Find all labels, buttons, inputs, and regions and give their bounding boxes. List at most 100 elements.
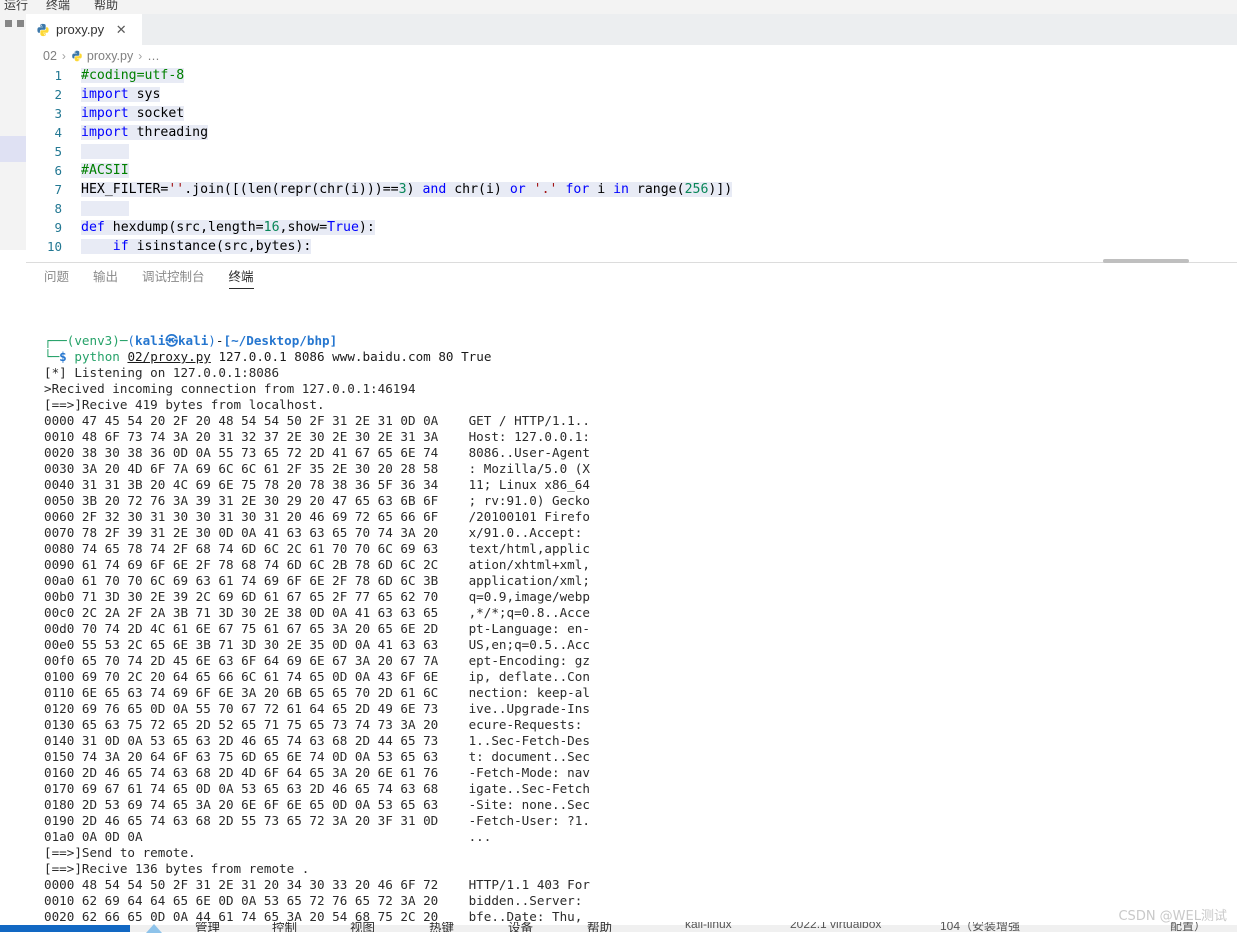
hexdump-row: 0070 78 2F 39 31 2E 30 0D 0A 41 63 63 65… [44, 525, 590, 540]
prompt-user: kali [135, 333, 166, 348]
line-number: 8 [54, 201, 62, 216]
squares-icon[interactable] [17, 20, 24, 27]
terminal-prompt-line1: ┌──(venv3)─(kali㉿kali)-[~/Desktop/bhp] [26, 333, 1237, 349]
hexdump-row: 0050 3B 20 72 76 3A 39 31 2E 30 29 20 47… [44, 493, 590, 508]
code-line: 3 import socket [26, 104, 1237, 123]
hexdump-row: 00e0 55 53 2C 65 6E 3B 71 3D 30 2E 35 0D… [44, 637, 590, 652]
code-text [81, 199, 129, 218]
terminal-output[interactable]: ┌──(venv3)─(kali㉿kali)-[~/Desktop/bhp] └─… [26, 301, 1237, 931]
activity-bar [0, 14, 26, 250]
breadcrumb: 02 › proxy.py › … [26, 45, 1237, 66]
panel-tab-0[interactable]: 问题 [44, 266, 69, 288]
terminal-output-line: [==>]Recive 419 bytes from localhost. [44, 397, 325, 412]
code-line: 6 #ACSII [26, 161, 1237, 180]
code-text: if isinstance(src,bytes): [81, 237, 312, 256]
at-symbol-icon: ㉿ [165, 333, 178, 348]
code-line: 4 import threading [26, 123, 1237, 142]
os-menu-item-terminal[interactable]: 终端 [46, 0, 70, 13]
code-text: import threading [81, 125, 209, 140]
vm-menu-item-4[interactable]: 设备 [508, 922, 533, 932]
hexdump-row: 00c0 2C 2A 2F 2A 3B 71 3D 30 2E 38 0D 0A… [44, 605, 590, 620]
python-icon [72, 50, 82, 61]
os-menu-item-run[interactable]: 运行 [4, 0, 28, 13]
terminal-output-line: [==>]Recive 136 bytes from remote . [44, 861, 310, 876]
prompt-interpreter: python [74, 349, 120, 364]
prompt-host: kali [177, 333, 209, 348]
code-text: import socket [81, 106, 185, 121]
tab-proxy-py[interactable]: proxy.py ✕ [26, 14, 142, 45]
line-number: 5 [54, 144, 62, 159]
prompt-paren: ( [127, 333, 136, 348]
code-line: 1 #coding=utf-8 [26, 66, 1237, 85]
breadcrumb-file[interactable]: proxy.py [87, 49, 133, 63]
line-number: 9 [54, 220, 62, 235]
terminal-output-line: [*] Listening on 127.0.0.1:8086 [44, 365, 280, 380]
prompt-paren: ) [208, 333, 216, 348]
terminal-spacer [26, 317, 1237, 333]
editor-tab-bar: proxy.py ✕ [26, 14, 1237, 46]
python-icon [37, 23, 49, 36]
breadcrumb-more[interactable]: … [147, 49, 160, 63]
hexdump-row: 0000 47 45 54 20 2F 20 48 54 54 50 2F 31… [44, 413, 590, 428]
hexdump-row: 00d0 70 74 2D 4C 61 6E 67 75 61 67 65 3A… [44, 621, 590, 636]
vm-menu-item-5[interactable]: 帮助 [587, 922, 612, 932]
vm-menu-item-0[interactable]: 管理 [195, 922, 220, 932]
hexdump-row: 0190 2D 46 65 74 63 68 2D 55 73 65 72 3A… [44, 813, 590, 828]
code-line: 8 [26, 199, 1237, 218]
hexdump-row: 0020 38 30 38 36 0D 0A 55 73 65 72 2D 41… [44, 445, 590, 460]
terminal-output-line: [==>]Send to remote. [44, 845, 196, 860]
hexdump-row: 0040 31 31 3B 20 4C 69 6E 75 78 20 78 38… [44, 477, 590, 492]
explorer-icon[interactable] [0, 136, 26, 162]
prompt-dollar: $ [59, 349, 67, 364]
code-text: #coding=utf-8 [81, 68, 185, 83]
code-line: 5 [26, 142, 1237, 161]
terminal-prompt-line2: └─$ python 02/proxy.py 127.0.0.1 8086 ww… [26, 349, 1237, 365]
vm-status-text-1: 2022.1 virtualbox [790, 922, 882, 931]
prompt-venv: (venv3) [66, 333, 120, 348]
prompt-args: 127.0.0.1 8086 www.baidu.com 80 True [210, 349, 492, 364]
vm-menu-bar: 管理 控制 视图 热键 设备 帮助 kali-linux 2022.1 virtualbox 1… [0, 922, 1237, 932]
code-text: import sys [81, 87, 161, 102]
chevron-right-icon: › [138, 48, 143, 63]
panel-tab-2[interactable]: 调试控制台 [142, 266, 205, 288]
hexdump-row: 0110 6E 65 63 74 69 6F 6E 3A 20 6B 65 65… [44, 685, 590, 700]
prompt-corner: └─ [44, 349, 60, 364]
chevron-right-icon: › [61, 48, 66, 63]
hexdump-row: 0180 2D 53 69 74 65 3A 20 6E 6F 6E 65 0D… [44, 797, 590, 812]
hexdump-row: 0080 74 65 78 74 2F 68 74 6D 6C 2C 61 70… [44, 541, 590, 556]
hexdump-row: 0130 65 63 75 72 65 2D 52 65 71 75 65 73… [44, 717, 590, 732]
vm-menu-item-2[interactable]: 视图 [350, 922, 375, 932]
code-editor[interactable]: 1 #coding=utf-8 2 import sys 3 import socket 4… [26, 66, 1237, 262]
line-number: 3 [54, 106, 62, 121]
os-menu-bar: 运行 终端 帮助 [0, 0, 1237, 14]
close-icon[interactable]: ✕ [114, 22, 128, 37]
panel-tab-3[interactable]: 终端 [228, 266, 254, 289]
vscode-window: proxy.py ✕ 02 › proxy.py › … 1 #coding=ut… [0, 14, 1237, 932]
hexdump-row: 0060 2F 32 30 31 30 30 31 30 31 20 46 69… [44, 509, 590, 524]
line-number: 6 [54, 163, 62, 178]
os-menu-item-help[interactable]: 帮助 [94, 0, 118, 13]
vm-menu-item-1[interactable]: 控制 [272, 922, 297, 932]
code-line: 7 HEX_FILTER=''.join([(len(repr(chr(i)))=… [26, 180, 1237, 199]
code-text: #ACSII [81, 163, 129, 178]
breadcrumb-folder[interactable]: 02 [43, 49, 57, 63]
vm-menu-item-3[interactable]: 热键 [429, 922, 454, 932]
prompt-script: 02/proxy.py [127, 349, 211, 364]
hexdump-row: 00f0 65 70 74 2D 45 6E 63 6F 64 69 6E 67… [44, 653, 590, 668]
panel-tab-list: 问题 输出 调试控制台 终端 [26, 263, 1237, 291]
code-text: def hexdump(src,length=16,show=True): [81, 220, 375, 235]
hexdump-row: 00a0 61 70 70 6C 69 63 61 74 69 6F 6E 2F… [44, 573, 590, 588]
hexdump-row: 01a0 0A 0D 0A ... [44, 829, 492, 844]
panel-tab-1[interactable]: 输出 [93, 266, 118, 288]
hexdump-row: 0010 48 6F 73 74 3A 20 31 32 37 2E 30 2E… [44, 429, 590, 444]
line-number: 4 [54, 125, 62, 140]
line-number: 10 [46, 239, 62, 254]
tab-label: proxy.py [56, 22, 105, 37]
vm-status-text-3: 配置） [1170, 922, 1207, 932]
line-number: 1 [54, 68, 62, 83]
prompt-corner: ┌── [44, 333, 67, 348]
vm-status-text-2: 104（安装增强 [940, 922, 1021, 932]
squares-icon[interactable] [5, 20, 12, 27]
code-text [81, 142, 129, 161]
hexdump-row: 0160 2D 46 65 74 63 68 2D 4D 6F 64 65 3A… [44, 765, 590, 780]
